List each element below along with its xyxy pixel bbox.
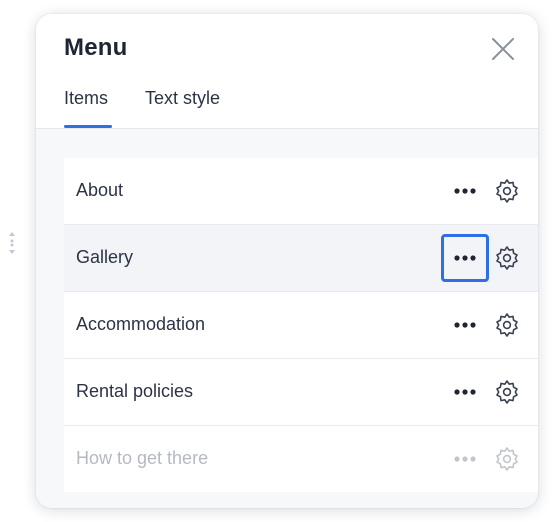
list-item[interactable]: Accommodation [64, 292, 538, 359]
more-options-button[interactable] [441, 301, 489, 349]
gear-icon [496, 246, 518, 270]
more-options-button[interactable] [441, 234, 489, 282]
gear-icon [496, 313, 518, 337]
list-item[interactable]: Gallery [64, 225, 538, 292]
item-label: Rental policies [76, 381, 194, 401]
list-item[interactable]: Rental policies [64, 359, 538, 426]
item-label: Gallery [76, 247, 134, 267]
gear-icon [496, 179, 518, 203]
gear-icon [496, 447, 518, 471]
item-settings-button[interactable] [494, 178, 520, 204]
tab-text-style[interactable]: Text style [145, 88, 220, 109]
panel-title: Menu [64, 34, 128, 61]
more-options-button[interactable] [441, 435, 489, 483]
more-dots-icon [454, 255, 476, 261]
close-button[interactable] [488, 34, 518, 64]
panel-body: About Gallery Accommodation Rental polic… [36, 129, 538, 508]
close-icon [492, 38, 514, 60]
item-settings-button[interactable] [494, 245, 520, 271]
more-dots-icon [454, 389, 476, 395]
item-settings-button[interactable] [494, 379, 520, 405]
more-dots-icon [454, 188, 476, 194]
gear-icon [496, 380, 518, 404]
list-item[interactable]: About [64, 158, 538, 225]
panel-header: Menu Items Text style [36, 14, 538, 129]
tab-items[interactable]: Items [64, 88, 108, 109]
active-tab-indicator [64, 125, 112, 128]
item-label: How to get there [76, 448, 209, 468]
menu-panel: Menu Items Text style About Gallery Acco… [36, 14, 538, 508]
item-settings-button[interactable] [494, 446, 520, 472]
menu-items-list: About Gallery Accommodation Rental polic… [64, 158, 538, 492]
item-label: About [76, 180, 124, 200]
drag-handle-icon[interactable] [7, 230, 17, 256]
item-settings-button[interactable] [494, 312, 520, 338]
more-options-button[interactable] [441, 368, 489, 416]
more-dots-icon [454, 456, 476, 462]
more-options-button[interactable] [441, 167, 489, 215]
item-label: Accommodation [76, 314, 206, 334]
more-dots-icon [454, 322, 476, 328]
list-item-disabled[interactable]: How to get there [64, 426, 538, 492]
